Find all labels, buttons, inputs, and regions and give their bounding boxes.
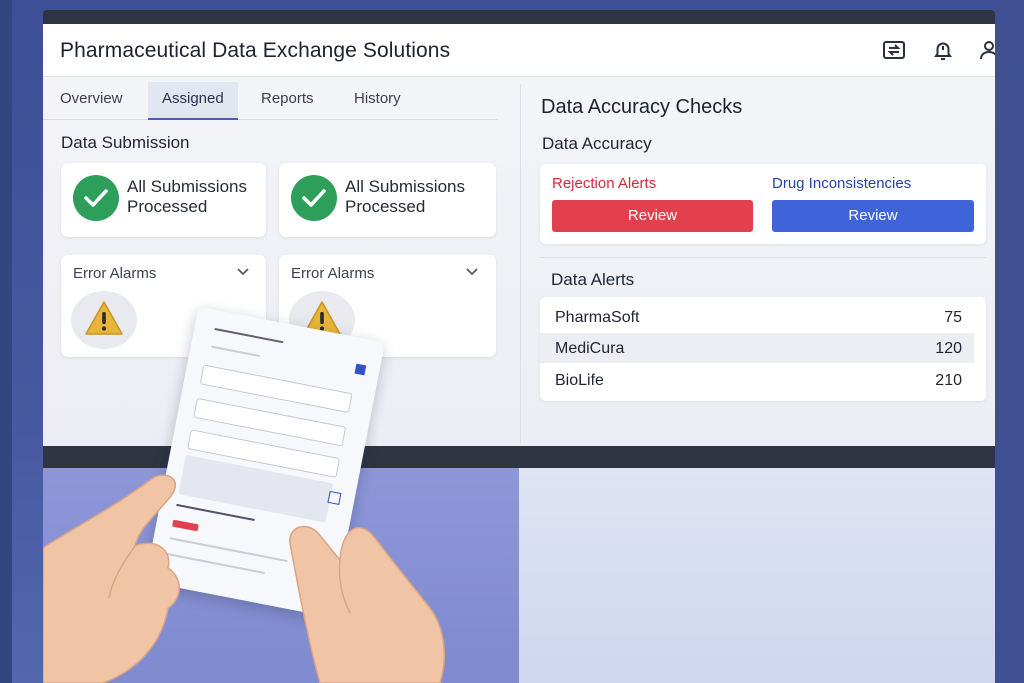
accuracy-panel-title: Data Accuracy Checks xyxy=(541,96,743,118)
bell-icon[interactable] xyxy=(931,38,955,62)
background-left xyxy=(0,0,12,683)
background-right xyxy=(994,0,1024,683)
check-icon xyxy=(291,175,337,221)
chevron-down-icon[interactable] xyxy=(465,267,479,277)
warning-icon xyxy=(85,301,123,335)
tab-assigned[interactable]: Assigned xyxy=(148,82,238,120)
error-alarms-label: Error Alarms xyxy=(73,265,157,282)
drug-inconsistencies-label: Drug Inconsistencies xyxy=(772,175,912,192)
submission-status-line1: All Submissions xyxy=(127,177,247,196)
data-alerts-title: Data Alerts xyxy=(551,270,635,289)
alert-count: 210 xyxy=(935,372,962,389)
tab-history[interactable]: History xyxy=(340,82,415,118)
page-title: Pharmaceutical Data Exchange Solutions xyxy=(60,39,451,62)
check-icon xyxy=(73,175,119,221)
panel-divider xyxy=(520,84,521,444)
tab-overview[interactable]: Overview xyxy=(46,82,137,118)
data-alerts-table: PharmaSoft 75 MediCura 120 BioLife 210 xyxy=(540,297,986,401)
tab-reports[interactable]: Reports xyxy=(247,82,328,118)
review-rejection-button[interactable]: Review xyxy=(552,200,753,232)
right-hand-photo xyxy=(289,525,446,683)
review-drug-button[interactable]: Review xyxy=(772,200,974,232)
submission-status-line1: All Submissions xyxy=(345,177,465,196)
left-hand-photo xyxy=(43,474,180,683)
desk-background-right xyxy=(519,468,995,683)
submission-card: All Submissions Processed xyxy=(61,163,266,237)
data-submission-title: Data Submission xyxy=(61,133,190,152)
app-header: Pharmaceutical Data Exchange Solutions xyxy=(43,24,995,77)
data-accuracy-title: Data Accuracy xyxy=(542,134,652,153)
chevron-down-icon[interactable] xyxy=(236,267,250,277)
alert-company: MediCura xyxy=(555,340,625,357)
submission-status-line2: Processed xyxy=(127,197,208,216)
user-icon[interactable] xyxy=(977,38,995,62)
alert-count: 75 xyxy=(944,309,962,326)
alert-company: BioLife xyxy=(555,372,604,389)
alert-row[interactable]: BioLife 210 xyxy=(540,365,986,395)
rejection-alerts-label: Rejection Alerts xyxy=(552,175,657,192)
submission-card: All Submissions Processed xyxy=(279,163,496,237)
section-divider xyxy=(540,257,986,258)
submission-status-line2: Processed xyxy=(345,197,426,216)
alert-row[interactable]: MediCura 120 xyxy=(540,333,974,363)
monitor-frame-top xyxy=(43,10,995,24)
error-alarms-label: Error Alarms xyxy=(291,265,375,282)
alert-count: 120 xyxy=(935,340,962,357)
data-accuracy-card: Rejection Alerts Drug Inconsistencies Re… xyxy=(540,164,986,244)
tab-bar: Overview Assigned Reports History xyxy=(43,82,498,120)
alert-row[interactable]: PharmaSoft 75 xyxy=(540,302,986,332)
exchange-icon[interactable] xyxy=(882,38,906,62)
alert-company: PharmaSoft xyxy=(555,309,640,326)
